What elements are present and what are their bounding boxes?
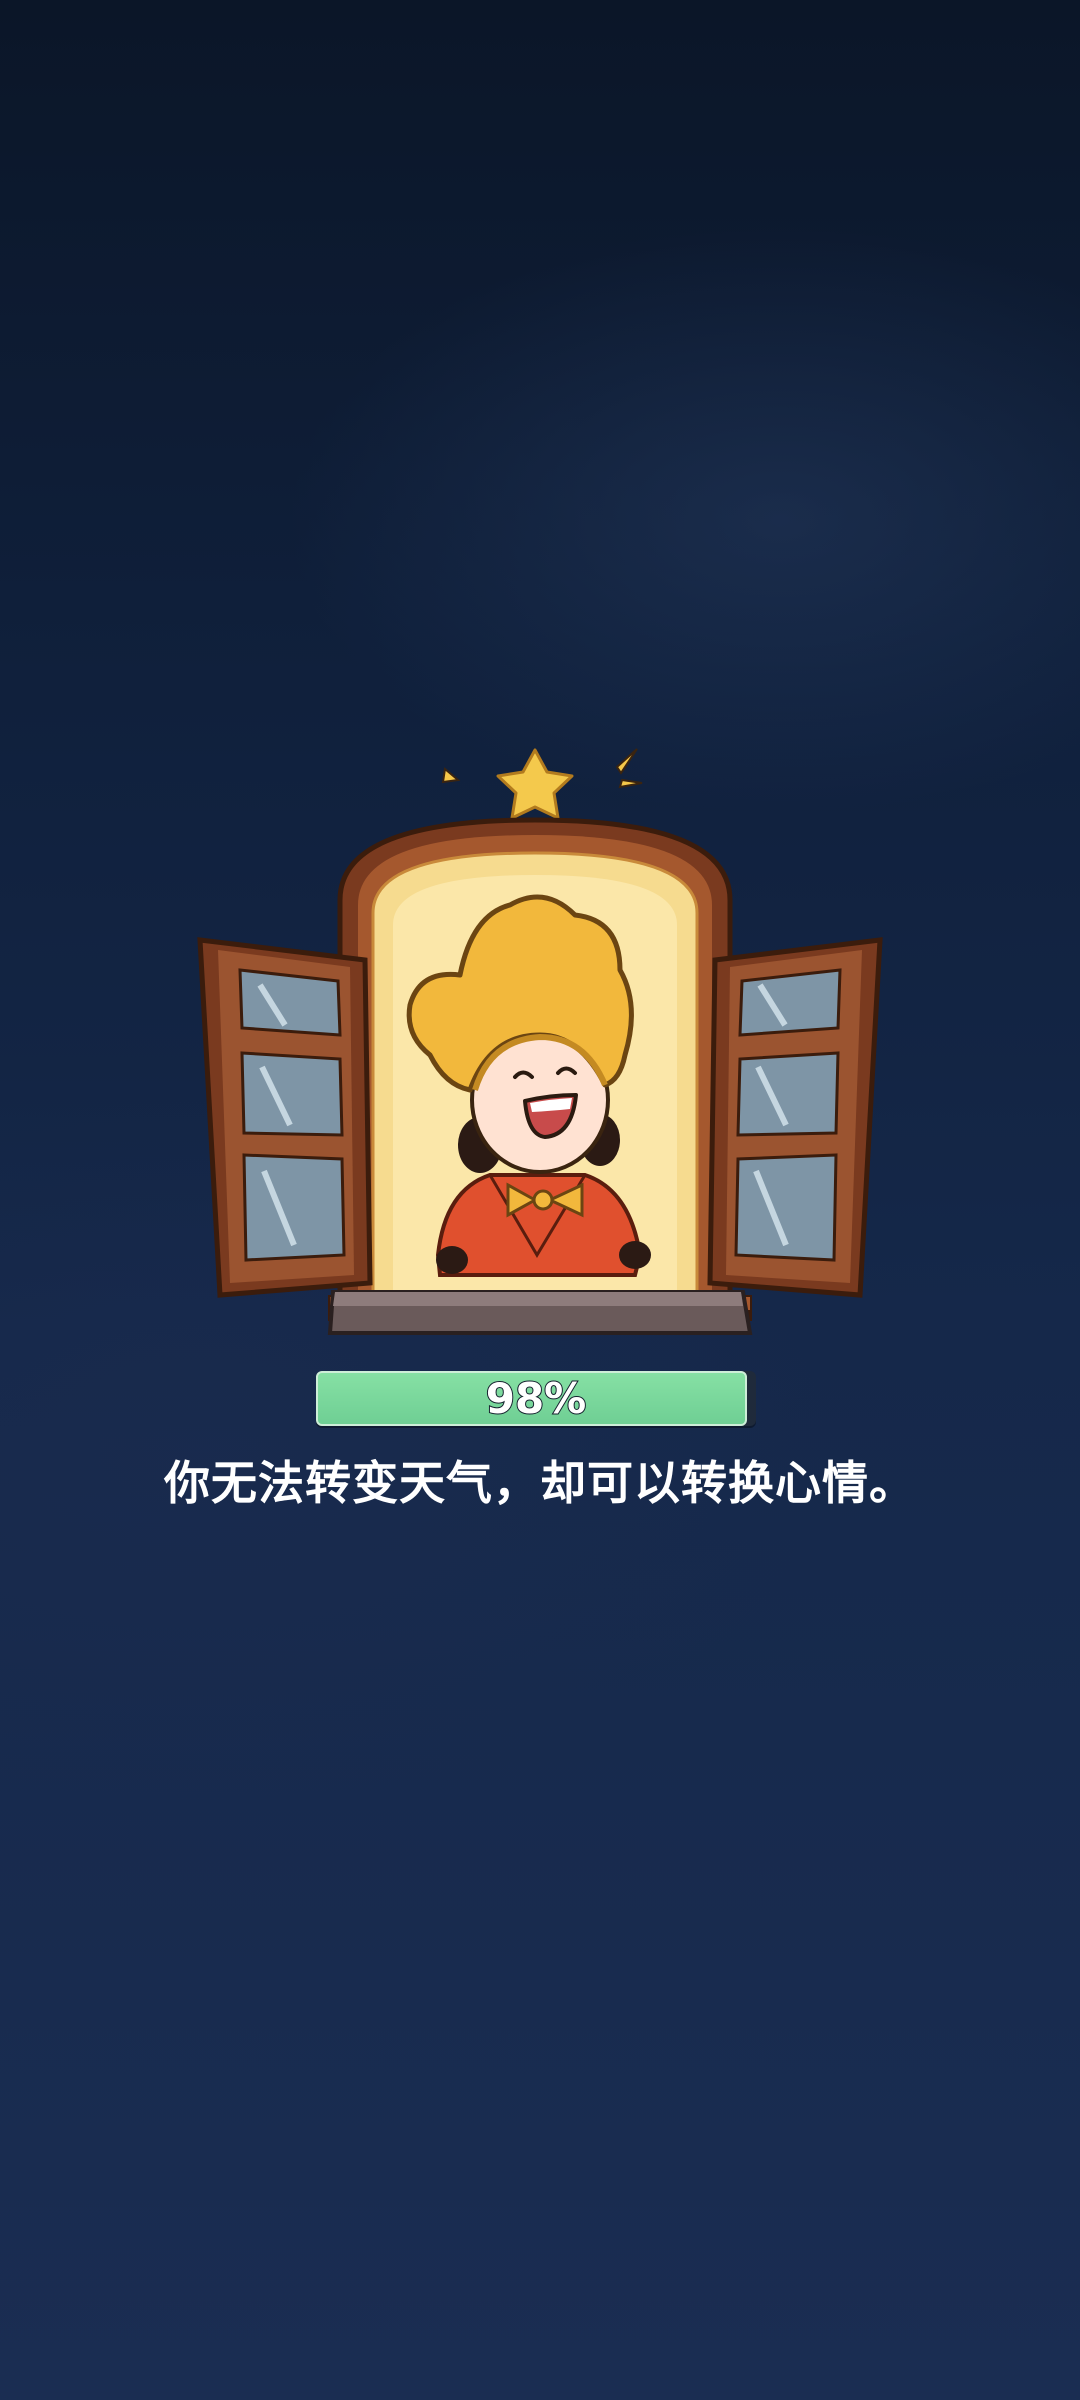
- loading-tip-text: 你无法转变天气，却可以转换心情。: [164, 1456, 916, 1510]
- star-icon: [496, 748, 574, 820]
- window-illustration: [190, 735, 890, 1350]
- loading-progress-bar: 98%: [316, 1371, 756, 1426]
- window-sill: [327, 1290, 753, 1335]
- progress-percent-label: 98%: [485, 1373, 588, 1424]
- right-window-shutter: [707, 937, 883, 1298]
- left-window-shutter: [197, 937, 373, 1298]
